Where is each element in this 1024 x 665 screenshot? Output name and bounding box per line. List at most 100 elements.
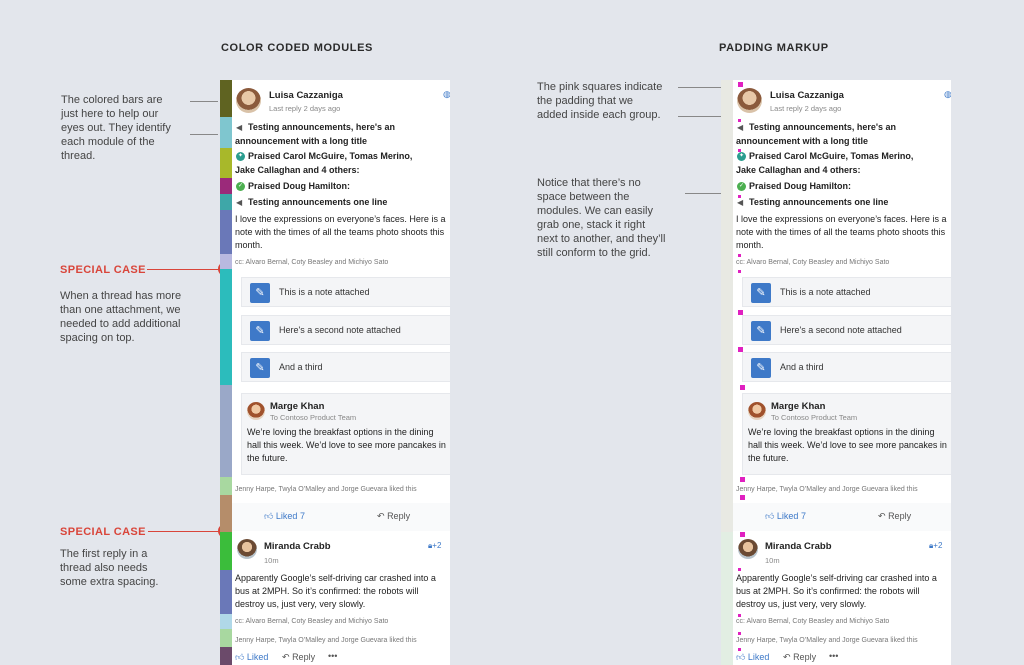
praise-line[interactable]: Jake Callaghan and 4 others: — [736, 165, 861, 175]
module-bar — [220, 117, 232, 148]
last-reply: Last reply 2 days ago — [770, 104, 842, 113]
padding-marker — [738, 632, 741, 635]
announcement-title[interactable]: Testing announcements one line — [248, 197, 387, 207]
announcement-title[interactable]: Testing announcements, here's an — [248, 122, 395, 132]
avatar[interactable] — [748, 402, 766, 420]
liked-button[interactable]: 👍︎ Liked 7 — [765, 511, 806, 522]
reply-time: 10m — [765, 556, 780, 565]
liked-by: Jenny Harpe, Twyla O’Malley and Jorge Gu… — [235, 486, 417, 493]
praise-line[interactable]: Praised Carol McGuire, Tomas Merino, — [749, 151, 913, 161]
cc-line: cc: Alvaro Bernal, Coty Beasley and Mich… — [235, 259, 389, 266]
padding-marker — [740, 532, 745, 537]
cc-line: cc: Alvaro Bernal, Coty Beasley and Mich… — [235, 618, 389, 625]
module-bar — [220, 477, 232, 495]
module-bar — [220, 269, 232, 385]
author-name[interactable]: Luisa Cazzaniga — [770, 90, 844, 101]
reply-button[interactable]: ↶ Reply — [783, 652, 816, 663]
more-icon[interactable]: ••• — [829, 651, 838, 661]
attachment[interactable]: ✎ Here's a second note attached — [241, 315, 450, 345]
right-heading: PADDING MARKUP — [719, 42, 829, 54]
avatar[interactable] — [737, 88, 762, 113]
module-bar — [220, 614, 232, 629]
module-bar — [721, 80, 733, 532]
padding-marker — [738, 119, 741, 122]
message-body: I love the expressions on everyone’s fac… — [235, 214, 446, 250]
globe-icon[interactable]: ◍ — [944, 89, 951, 100]
avatar[interactable] — [247, 402, 265, 420]
thumbs-up-icon: 👍︎ — [736, 652, 746, 662]
module-bar — [721, 532, 733, 665]
padding-marker — [738, 568, 741, 571]
note-icon: ✎ — [751, 321, 771, 341]
announcement-title[interactable]: announcement with a long title — [235, 136, 367, 146]
note-icon: ✎ — [250, 283, 270, 303]
reply-recipient: To Contoso Product Team — [771, 413, 858, 422]
note-icon: ✎ — [751, 358, 771, 378]
attachment[interactable]: ✎ And a third — [241, 352, 450, 382]
attachment[interactable]: ✎ This is a note attached — [742, 277, 951, 307]
liked-by: Jenny Harpe, Twyla O’Malley and Jorge Gu… — [736, 486, 918, 493]
announcement-title[interactable]: announcement with a long title — [736, 136, 868, 146]
attachment[interactable]: ✎ This is a note attached — [241, 277, 450, 307]
megaphone-icon: ◀ — [236, 198, 243, 207]
thumbs-up-icon: 👍︎ — [264, 511, 274, 521]
thread-content: Luisa Cazzaniga Last reply 2 days ago ◍ … — [232, 80, 450, 665]
thread-panel-colored: Luisa Cazzaniga Last reply 2 days ago ◍ … — [220, 80, 450, 665]
leader-line — [190, 101, 218, 102]
module-bar — [220, 80, 232, 117]
reply-body: Apparently Google’s self-driving car cra… — [235, 573, 436, 609]
module-bars-faded — [721, 80, 733, 665]
megaphone-icon: ◀ — [236, 123, 243, 132]
module-bar — [220, 570, 232, 614]
actions-bar: 👍︎ Liked 7 ↶ Reply — [232, 503, 450, 531]
padding-marker — [740, 477, 745, 482]
praise-line[interactable]: Jake Callaghan and 4 others: — [235, 165, 360, 175]
leader-line — [190, 134, 218, 135]
attachment-label: And a third — [780, 362, 824, 372]
reply-author[interactable]: Miranda Crabb — [765, 541, 832, 552]
note-icon: ✎ — [250, 321, 270, 341]
lock-icon: 🔒︎+2 — [929, 541, 943, 550]
attachment-label: This is a note attached — [780, 287, 871, 297]
praise-line[interactable]: Praised Doug Hamilton: — [749, 181, 851, 191]
padding-marker — [738, 648, 741, 651]
avatar[interactable] — [738, 539, 758, 559]
liked-button[interactable]: 👍︎ Liked 7 — [264, 511, 305, 522]
more-icon[interactable]: ••• — [328, 651, 337, 661]
praise-icon: ✦ — [737, 152, 746, 161]
author-name[interactable]: Luisa Cazzaniga — [269, 90, 343, 101]
liked-button[interactable]: 👍︎ Liked — [235, 652, 268, 663]
liked-by: Jenny Harpe, Twyla O’Malley and Jorge Gu… — [736, 637, 918, 644]
reply-author[interactable]: Marge Khan — [771, 401, 825, 412]
praise-line[interactable]: Praised Doug Hamilton: — [248, 181, 350, 191]
special-case-label: SPECIAL CASE — [60, 264, 146, 276]
thumbs-up-icon: 👍︎ — [765, 511, 775, 521]
module-bar — [220, 495, 232, 532]
thread-panel-padding: Luisa Cazzaniga Last reply 2 days ago ◍ … — [721, 80, 951, 665]
globe-icon[interactable]: ◍ — [443, 89, 450, 100]
note-icon: ✎ — [250, 358, 270, 378]
pink-squares-note: The pink squares indicate the padding tha… — [537, 81, 663, 121]
avatar[interactable] — [237, 539, 257, 559]
reply-author[interactable]: Marge Khan — [270, 401, 324, 412]
reply-button[interactable]: ↶ Reply — [282, 652, 315, 663]
padding-marker — [740, 495, 745, 500]
leader-line — [685, 193, 721, 194]
reply-button[interactable]: ↶ Reply — [377, 511, 410, 522]
praise-line[interactable]: Praised Carol McGuire, Tomas Merino, — [248, 151, 412, 161]
announcement-title[interactable]: Testing announcements, here's an — [749, 122, 896, 132]
reply-body: We’re loving the breakfast options in th… — [748, 427, 947, 463]
praise-icon: ✦ — [236, 152, 245, 161]
reply-icon: ↶ — [783, 652, 791, 662]
avatar[interactable] — [236, 88, 261, 113]
thread-content: Luisa Cazzaniga Last reply 2 days ago ◍ … — [733, 80, 951, 665]
attachment[interactable]: ✎ And a third — [742, 352, 951, 382]
reply-icon: ↶ — [377, 511, 385, 521]
module-bar — [220, 532, 232, 570]
reply-button[interactable]: ↶ Reply — [878, 511, 911, 522]
attachment[interactable]: ✎ Here's a second note attached — [742, 315, 951, 345]
liked-button[interactable]: 👍︎ Liked — [736, 652, 769, 663]
leader-line-red — [148, 531, 219, 532]
reply-author[interactable]: Miranda Crabb — [264, 541, 331, 552]
announcement-title[interactable]: Testing announcements one line — [749, 197, 888, 207]
